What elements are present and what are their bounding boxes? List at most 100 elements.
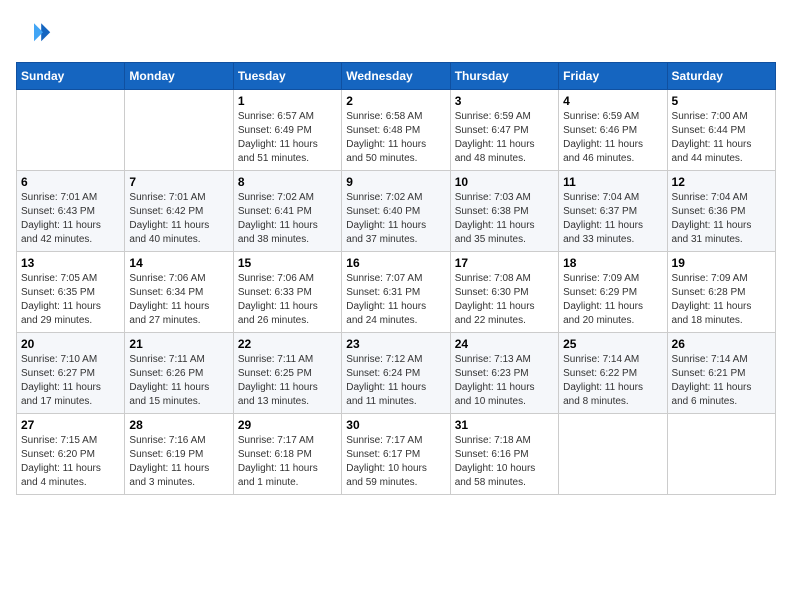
day-info: Sunrise: 7:10 AM Sunset: 6:27 PM Dayligh… bbox=[21, 353, 120, 409]
day-number: 22 bbox=[238, 337, 337, 351]
day-of-week-header: Saturday bbox=[667, 63, 775, 90]
day-info: Sunrise: 7:12 AM Sunset: 6:24 PM Dayligh… bbox=[346, 353, 445, 409]
day-info: Sunrise: 7:02 AM Sunset: 6:41 PM Dayligh… bbox=[238, 191, 337, 247]
calendar-cell: 16 Sunrise: 7:07 AM Sunset: 6:31 PM Dayli… bbox=[342, 252, 450, 333]
day-of-week-header: Tuesday bbox=[233, 63, 341, 90]
day-number: 13 bbox=[21, 256, 120, 270]
calendar-table: SundayMondayTuesdayWednesdayThursdayFrid… bbox=[16, 62, 776, 495]
day-info: Sunrise: 6:59 AM Sunset: 6:46 PM Dayligh… bbox=[563, 110, 662, 166]
calendar-cell: 20 Sunrise: 7:10 AM Sunset: 6:27 PM Dayli… bbox=[17, 333, 125, 414]
day-number: 26 bbox=[672, 337, 771, 351]
calendar-cell: 12Sunrise: 7:04 AM Sunset: 6:36 PM Dayli… bbox=[667, 171, 775, 252]
day-of-week-header: Thursday bbox=[450, 63, 558, 90]
day-number: 14 bbox=[129, 256, 228, 270]
day-number: 17 bbox=[455, 256, 554, 270]
calendar-cell: 1 Sunrise: 6:57 AM Sunset: 6:49 PM Daylig… bbox=[233, 90, 341, 171]
day-number: 19 bbox=[672, 256, 771, 270]
day-number: 21 bbox=[129, 337, 228, 351]
day-number: 25 bbox=[563, 337, 662, 351]
day-number: 24 bbox=[455, 337, 554, 351]
day-number: 11 bbox=[563, 175, 662, 189]
day-info: Sunrise: 7:04 AM Sunset: 6:37 PM Dayligh… bbox=[563, 191, 662, 247]
calendar-cell: 13 Sunrise: 7:05 AM Sunset: 6:35 PM Dayli… bbox=[17, 252, 125, 333]
day-info: Sunrise: 7:14 AM Sunset: 6:21 PM Dayligh… bbox=[672, 353, 771, 409]
day-number: 20 bbox=[21, 337, 120, 351]
day-info: Sunrise: 7:05 AM Sunset: 6:35 PM Dayligh… bbox=[21, 272, 120, 328]
calendar-cell: 3 Sunrise: 6:59 AM Sunset: 6:47 PM Daylig… bbox=[450, 90, 558, 171]
calendar-cell: 19 Sunrise: 7:09 AM Sunset: 6:28 PM Dayli… bbox=[667, 252, 775, 333]
day-of-week-header: Wednesday bbox=[342, 63, 450, 90]
calendar-cell: 18 Sunrise: 7:09 AM Sunset: 6:29 PM Dayli… bbox=[559, 252, 667, 333]
day-info: Sunrise: 6:57 AM Sunset: 6:49 PM Dayligh… bbox=[238, 110, 337, 166]
calendar-cell: 30Sunrise: 7:17 AM Sunset: 6:17 PM Dayli… bbox=[342, 414, 450, 495]
day-number: 6 bbox=[21, 175, 120, 189]
day-number: 3 bbox=[455, 94, 554, 108]
day-number: 16 bbox=[346, 256, 445, 270]
calendar-cell: 8 Sunrise: 7:02 AM Sunset: 6:41 PM Daylig… bbox=[233, 171, 341, 252]
day-info: Sunrise: 7:02 AM Sunset: 6:40 PM Dayligh… bbox=[346, 191, 445, 247]
day-info: Sunrise: 7:00 AM Sunset: 6:44 PM Dayligh… bbox=[672, 110, 771, 166]
calendar-cell bbox=[559, 414, 667, 495]
calendar-cell: 27 Sunrise: 7:15 AM Sunset: 6:20 PM Dayli… bbox=[17, 414, 125, 495]
calendar-cell: 7 Sunrise: 7:01 AM Sunset: 6:42 PM Daylig… bbox=[125, 171, 233, 252]
day-number: 5 bbox=[672, 94, 771, 108]
day-of-week-header: Sunday bbox=[17, 63, 125, 90]
calendar-cell: 5 Sunrise: 7:00 AM Sunset: 6:44 PM Daylig… bbox=[667, 90, 775, 171]
day-number: 4 bbox=[563, 94, 662, 108]
day-info: Sunrise: 7:06 AM Sunset: 6:33 PM Dayligh… bbox=[238, 272, 337, 328]
calendar-week-row: 13 Sunrise: 7:05 AM Sunset: 6:35 PM Dayli… bbox=[17, 252, 776, 333]
day-info: Sunrise: 7:15 AM Sunset: 6:20 PM Dayligh… bbox=[21, 434, 120, 490]
calendar-cell bbox=[667, 414, 775, 495]
calendar-cell bbox=[17, 90, 125, 171]
day-number: 23 bbox=[346, 337, 445, 351]
day-number: 31 bbox=[455, 418, 554, 432]
day-number: 7 bbox=[129, 175, 228, 189]
calendar-cell: 4 Sunrise: 6:59 AM Sunset: 6:46 PM Daylig… bbox=[559, 90, 667, 171]
calendar-cell: 11 Sunrise: 7:04 AM Sunset: 6:37 PM Dayli… bbox=[559, 171, 667, 252]
calendar-cell: 28 Sunrise: 7:16 AM Sunset: 6:19 PM Dayli… bbox=[125, 414, 233, 495]
page-header bbox=[16, 16, 776, 52]
day-number: 28 bbox=[129, 418, 228, 432]
day-info: Sunrise: 7:11 AM Sunset: 6:25 PM Dayligh… bbox=[238, 353, 337, 409]
day-info: Sunrise: 7:03 AM Sunset: 6:38 PM Dayligh… bbox=[455, 191, 554, 247]
calendar-week-row: 1 Sunrise: 6:57 AM Sunset: 6:49 PM Daylig… bbox=[17, 90, 776, 171]
logo bbox=[16, 16, 56, 52]
calendar-cell: 10Sunrise: 7:03 AM Sunset: 6:38 PM Dayli… bbox=[450, 171, 558, 252]
day-info: Sunrise: 6:59 AM Sunset: 6:47 PM Dayligh… bbox=[455, 110, 554, 166]
calendar-cell: 2 Sunrise: 6:58 AM Sunset: 6:48 PM Daylig… bbox=[342, 90, 450, 171]
day-of-week-header: Monday bbox=[125, 63, 233, 90]
calendar-cell: 29 Sunrise: 7:17 AM Sunset: 6:18 PM Dayli… bbox=[233, 414, 341, 495]
logo-icon bbox=[16, 16, 52, 52]
calendar-cell: 22 Sunrise: 7:11 AM Sunset: 6:25 PM Dayli… bbox=[233, 333, 341, 414]
day-info: Sunrise: 7:01 AM Sunset: 6:42 PM Dayligh… bbox=[129, 191, 228, 247]
day-number: 30 bbox=[346, 418, 445, 432]
calendar-cell: 23 Sunrise: 7:12 AM Sunset: 6:24 PM Dayli… bbox=[342, 333, 450, 414]
day-info: Sunrise: 7:04 AM Sunset: 6:36 PM Dayligh… bbox=[672, 191, 771, 247]
header-row: SundayMondayTuesdayWednesdayThursdayFrid… bbox=[17, 63, 776, 90]
day-info: Sunrise: 7:11 AM Sunset: 6:26 PM Dayligh… bbox=[129, 353, 228, 409]
calendar-cell: 14Sunrise: 7:06 AM Sunset: 6:34 PM Dayli… bbox=[125, 252, 233, 333]
calendar-cell: 17 Sunrise: 7:08 AM Sunset: 6:30 PM Dayli… bbox=[450, 252, 558, 333]
day-number: 29 bbox=[238, 418, 337, 432]
day-info: Sunrise: 6:58 AM Sunset: 6:48 PM Dayligh… bbox=[346, 110, 445, 166]
calendar-cell: 24Sunrise: 7:13 AM Sunset: 6:23 PM Dayli… bbox=[450, 333, 558, 414]
calendar-cell: 6Sunrise: 7:01 AM Sunset: 6:43 PM Daylig… bbox=[17, 171, 125, 252]
day-of-week-header: Friday bbox=[559, 63, 667, 90]
calendar-week-row: 27 Sunrise: 7:15 AM Sunset: 6:20 PM Dayli… bbox=[17, 414, 776, 495]
day-number: 27 bbox=[21, 418, 120, 432]
day-number: 2 bbox=[346, 94, 445, 108]
calendar-cell: 21 Sunrise: 7:11 AM Sunset: 6:26 PM Dayli… bbox=[125, 333, 233, 414]
day-number: 1 bbox=[238, 94, 337, 108]
day-info: Sunrise: 7:16 AM Sunset: 6:19 PM Dayligh… bbox=[129, 434, 228, 490]
day-number: 8 bbox=[238, 175, 337, 189]
day-number: 18 bbox=[563, 256, 662, 270]
day-info: Sunrise: 7:09 AM Sunset: 6:28 PM Dayligh… bbox=[672, 272, 771, 328]
day-info: Sunrise: 7:07 AM Sunset: 6:31 PM Dayligh… bbox=[346, 272, 445, 328]
calendar-cell: 15Sunrise: 7:06 AM Sunset: 6:33 PM Dayli… bbox=[233, 252, 341, 333]
day-info: Sunrise: 7:08 AM Sunset: 6:30 PM Dayligh… bbox=[455, 272, 554, 328]
day-number: 9 bbox=[346, 175, 445, 189]
day-info: Sunrise: 7:17 AM Sunset: 6:18 PM Dayligh… bbox=[238, 434, 337, 490]
day-info: Sunrise: 7:14 AM Sunset: 6:22 PM Dayligh… bbox=[563, 353, 662, 409]
day-info: Sunrise: 7:09 AM Sunset: 6:29 PM Dayligh… bbox=[563, 272, 662, 328]
calendar-header: SundayMondayTuesdayWednesdayThursdayFrid… bbox=[17, 63, 776, 90]
